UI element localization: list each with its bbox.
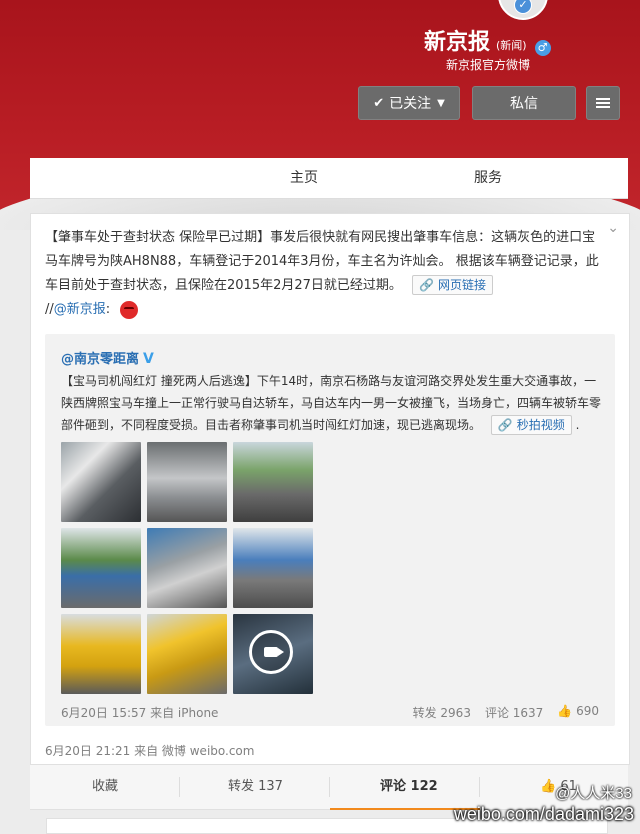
video-link-label: 秒拍视频 [516,418,565,432]
repost-body: 【宝马司机闯红灯 撞死两人后逃逸】下午14时，南京石杨路与友谊河路交界处发生重大… [61,370,601,436]
caret-down-icon: ▼ [437,97,445,109]
favorite-button[interactable]: 收藏 [92,765,118,809]
photo-thumbnail[interactable] [147,528,227,608]
repost-author-row: @南京零距离 V [61,348,154,367]
follow-button[interactable]: ✔ 已关注 ▼ [358,86,460,120]
repost-like[interactable]: 👍 690 [557,704,599,721]
trailing-dot: . [575,418,580,432]
profile-name-row: 新京报 (新闻) ♂ [424,24,551,56]
post-meta: 6月20日 21:21 来自 微博 weibo.com [45,744,255,758]
video-link-button[interactable]: 🔗 秒拍视频 [490,415,572,435]
divider [479,777,480,797]
web-link-label: 网页链接 [438,278,487,292]
profile-tag: (新闻) [496,39,527,52]
photo-thumbnail[interactable] [233,528,313,608]
message-button[interactable]: 私信 [472,86,576,120]
male-icon: ♂ [534,40,551,56]
mention-link[interactable]: @新京报 [54,302,106,317]
link-icon: 🔗 [497,418,513,432]
repost-stats: 转发 2963 评论 1637 👍 690 [413,704,599,721]
tab-home[interactable]: 主页 [290,158,318,198]
repost-meta: 6月20日 15:57 来自 iPhone [61,706,219,720]
mention-suffix: : [105,302,111,317]
repost-like-count: 690 [576,704,599,718]
divider [329,777,330,797]
follow-label: 已关注 [389,96,432,112]
watermark-handle: @人人米33 [555,785,632,802]
repost-comment-count[interactable]: 评论 1637 [485,704,543,721]
more-menu-button[interactable] [586,86,620,120]
angry-emoji-icon [120,300,139,319]
verified-v-icon: V [143,351,154,367]
photo-thumbnail[interactable] [61,528,141,608]
post-card: ⌄ 【肇事车处于查封状态 保险早已过期】事发后很快就有网民搜出肇事车信息：这辆灰… [30,213,630,765]
photo-thumbnail[interactable] [147,442,227,522]
video-thumbnail[interactable] [233,614,313,694]
photo-thumbnail[interactable] [233,442,313,522]
reposted-post: @南京零距离 V 【宝马司机闯红灯 撞死两人后逃逸】下午14时，南京石杨路与友谊河… [45,334,615,726]
profile-nav: 主页 服务 [30,158,628,199]
photo-thumbnail[interactable] [147,614,227,694]
forward-button[interactable]: 转发 137 [228,765,283,809]
video-play-icon [249,630,293,674]
comment-button[interactable]: 评论 122 [380,765,438,809]
camera-icon [264,647,284,657]
photo-thumbnail[interactable] [61,442,141,522]
link-icon: 🔗 [419,278,434,292]
mention-prefix: // [45,302,54,317]
post-text: 【肇事车处于查封状态 保险早已过期】事发后很快就有网民搜出肇事车信息：这辆灰色的… [45,230,599,293]
chevron-down-icon[interactable]: ⌄ [607,220,619,236]
check-icon: ✔ [373,95,385,111]
profile-name: 新京报 [424,30,491,55]
thumbs-up-icon: 👍 [557,704,573,718]
watermark-url: weibo.com/dadami323 [453,804,634,824]
repost-author[interactable]: @南京零距离 [61,352,139,367]
post-body: 【肇事车处于查封状态 保险早已过期】事发后很快就有网民搜出肇事车信息：这辆灰色的… [45,226,605,322]
photo-thumbnail[interactable] [61,614,141,694]
menu-icon [596,102,610,104]
profile-subtitle: 新京报官方微博 [446,58,531,72]
thumbs-up-icon: 👍 [540,779,557,794]
repost-forward-count[interactable]: 转发 2963 [413,704,471,721]
message-label: 私信 [510,96,538,112]
tab-service[interactable]: 服务 [474,158,502,198]
divider [179,777,180,797]
web-link-button[interactable]: 🔗 网页链接 [412,275,494,295]
